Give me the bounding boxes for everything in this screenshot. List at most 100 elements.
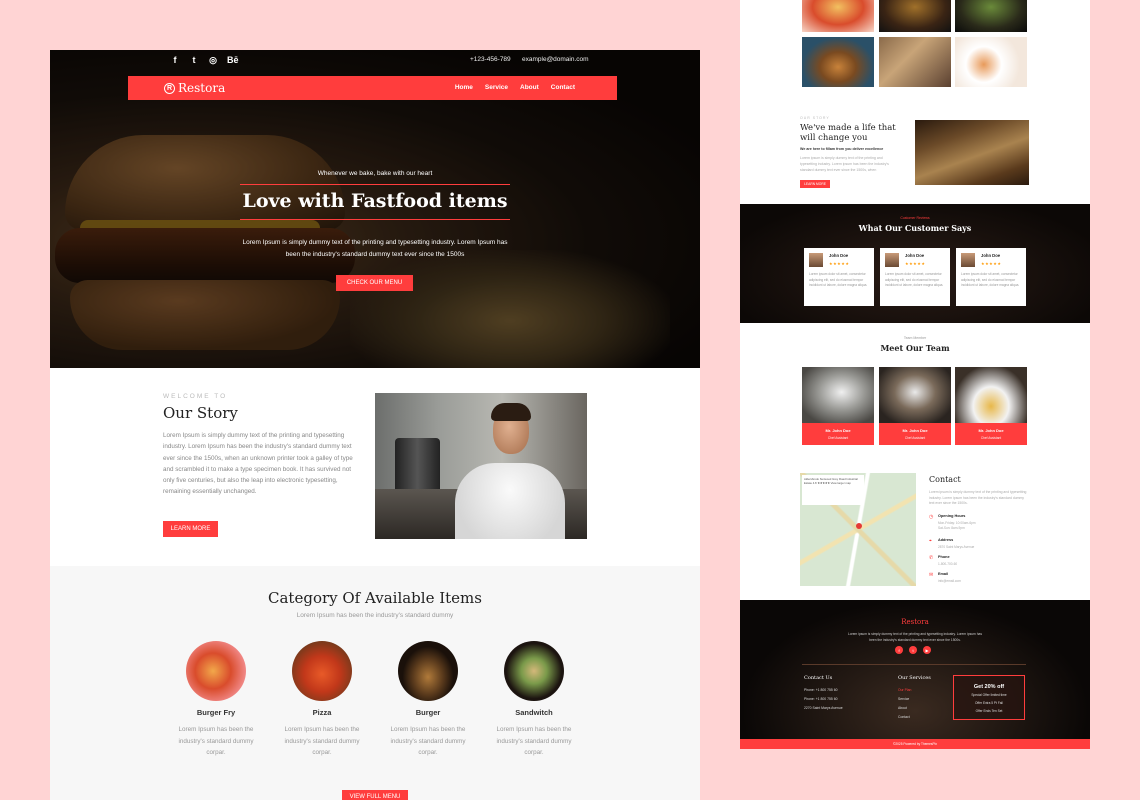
gallery-image	[802, 37, 874, 87]
testimonials-section: Customer Reviews What Our Customer Says …	[740, 204, 1090, 323]
offer-line: Offer Ends Ten Set	[975, 709, 1003, 713]
email-icon: ✉	[929, 572, 934, 578]
category-item[interactable]: Pizza Lorem Ipsum has been the industry'…	[277, 641, 367, 759]
divider	[240, 219, 510, 220]
nav-about[interactable]: About	[520, 84, 539, 91]
hero-text: Lorem Ipsum is simply dummy text of the …	[242, 239, 508, 258]
contact-item-title: Address	[938, 538, 954, 542]
category-image	[398, 641, 458, 701]
section-title: Meet Our Team	[880, 343, 950, 353]
clock-icon: ◷	[929, 514, 934, 520]
youtube-icon[interactable]: ▶	[923, 646, 931, 654]
category-image	[504, 641, 564, 701]
offer-line: Special Offer limited time	[971, 693, 1007, 697]
member-role: Chef Assistant	[980, 436, 1002, 440]
footer-contact-column: Contact Us Phone: +1 800 755 60 Phone: +…	[804, 675, 843, 713]
footer-link[interactable]: Our Plan	[898, 686, 931, 695]
team-member-card[interactable]: Mr. John Doe Chef Assistant	[802, 367, 874, 445]
wood-board-image	[915, 120, 1029, 185]
phone-number[interactable]: +123-456-789	[470, 56, 511, 63]
instagram-icon[interactable]: ◎	[208, 54, 218, 66]
twitter-icon[interactable]: t	[189, 54, 199, 66]
category-name: Burger Fry	[196, 708, 236, 717]
category-name: Pizza	[312, 708, 332, 717]
category-desc: Lorem Ipsum has been the industry's stan…	[496, 726, 572, 756]
logo-icon: R	[164, 82, 175, 94]
team-member-card[interactable]: Mr. John Doe Chef Assistant	[879, 367, 951, 445]
landing-page-desktop: f t ◎ Bē +123-456-789 example@domain.com…	[50, 50, 700, 800]
member-role: Chef Assistant	[827, 436, 849, 440]
learn-more-button[interactable]: LEARN MORE	[800, 180, 830, 188]
testimonial-card: John Doe ★★★★★ Lorem ipsum dolor sit ame…	[880, 248, 950, 306]
behance-icon[interactable]: Bē	[227, 54, 239, 66]
contact-item-title: Email	[938, 572, 949, 576]
category-item[interactable]: Burger Fry Lorem Ipsum has been the indu…	[171, 641, 261, 759]
section-kicker: Customer Reviews	[900, 216, 930, 220]
category-desc: Lorem Ipsum has been the industry's stan…	[390, 726, 466, 756]
gallery-image	[879, 37, 951, 87]
nav-service[interactable]: Service	[485, 84, 508, 91]
gallery-image	[955, 0, 1027, 32]
member-name: Mr. John Doe	[825, 428, 851, 433]
divider	[802, 664, 1026, 665]
footer: Restora Lorem ipsum is simply dummy text…	[740, 600, 1090, 739]
footer-contact-item: 2270 Saint Marys Avenue	[804, 706, 843, 710]
team-member-card[interactable]: Mr. John Doe Chef Assistant	[955, 367, 1027, 445]
footer-social: f t ▶	[895, 646, 931, 654]
section-text: Lorem ipsum is simply dummy text of the …	[929, 490, 1027, 505]
footer-link[interactable]: About	[898, 704, 931, 713]
copyright-bar: ©2025 Powered by ThemesPix	[740, 739, 1090, 749]
twitter-icon[interactable]: t	[909, 646, 917, 654]
category-name: Sandwitch	[515, 708, 553, 717]
category-image	[292, 641, 352, 701]
category-item[interactable]: Burger Lorem Ipsum has been the industry…	[383, 641, 473, 759]
section-kicker: OUR STORY	[800, 116, 830, 120]
column-title: Contact Us	[804, 675, 833, 681]
nav-contact[interactable]: Contact	[551, 84, 575, 91]
offer-title: Get 20% off	[973, 684, 1005, 690]
offer-box[interactable]: Get 20% off Special Offer limited time O…	[953, 675, 1025, 720]
footer-link[interactable]: Contact	[898, 713, 931, 722]
contact-item-title: Opening Hours	[938, 514, 966, 518]
facebook-icon[interactable]: f	[170, 54, 180, 66]
section-title: What Our Customer Says	[858, 223, 972, 233]
learn-more-button[interactable]: LEARN MORE	[163, 521, 218, 537]
section-text: Lorem ipsum is simply dummy text of the …	[800, 156, 889, 172]
section-title: We've made a life that will change you	[800, 123, 896, 143]
reviewer-name: John Doe	[981, 253, 1001, 258]
section-title: Contact	[929, 475, 961, 484]
review-text: Lorem ipsum dolor sit amet, consectetur …	[961, 272, 1020, 287]
member-name: Mr. John Doe	[978, 428, 1004, 433]
footer-services-column: Our Services Our Plan Service About Cont…	[898, 675, 931, 722]
nav-home[interactable]: Home	[455, 84, 473, 91]
check-menu-button[interactable]: CHECK OUR MENU	[336, 275, 413, 291]
rating-stars: ★★★★★	[829, 261, 850, 266]
avatar	[809, 253, 823, 267]
footer-link[interactable]: Service	[898, 695, 931, 704]
logo[interactable]: R Restora	[164, 81, 225, 95]
review-text: Lorem ipsum dolor sit amet, consectetur …	[809, 272, 868, 287]
email-address[interactable]: example@domain.com	[522, 56, 589, 63]
categories-section: Category Of Available Items Lorem Ipsum …	[50, 566, 700, 800]
hero-tagline: Whenever we bake, bake with our heart	[317, 170, 433, 177]
chef-photo	[375, 393, 587, 539]
location-map[interactable]: Aldersbrook Sunwood Grey Road Industrial…	[800, 473, 916, 586]
map-pin-icon	[856, 523, 862, 529]
reviewer-name: John Doe	[905, 253, 925, 258]
section-subtitle: Lorem Ipsum has been the industry's stan…	[296, 612, 454, 619]
category-item[interactable]: Sandwitch Lorem Ipsum has been the indus…	[489, 641, 579, 759]
social-links: f t ◎ Bē	[170, 54, 239, 66]
location-icon: ⌖	[929, 538, 932, 544]
member-photo	[879, 367, 951, 423]
view-full-menu-button[interactable]: VIEW FULL MENU	[342, 790, 408, 800]
our-story-section: WELCOME TO Our Story Lorem Ipsum is simp…	[50, 368, 700, 566]
gallery-image	[802, 0, 874, 32]
rating-stars: ★★★★★	[981, 261, 1002, 266]
footer-contact-item: Phone: +1 800 755 60	[804, 697, 838, 701]
about-life-section: OUR STORY We've made a life that will ch…	[740, 102, 1090, 204]
contact-item-value: 2870 Saint Marys Avenue	[938, 545, 975, 549]
category-image	[186, 641, 246, 701]
footer-logo[interactable]: Restora	[740, 618, 1090, 626]
facebook-icon[interactable]: f	[895, 646, 903, 654]
review-text: Lorem ipsum dolor sit amet, consectetur …	[885, 272, 944, 287]
